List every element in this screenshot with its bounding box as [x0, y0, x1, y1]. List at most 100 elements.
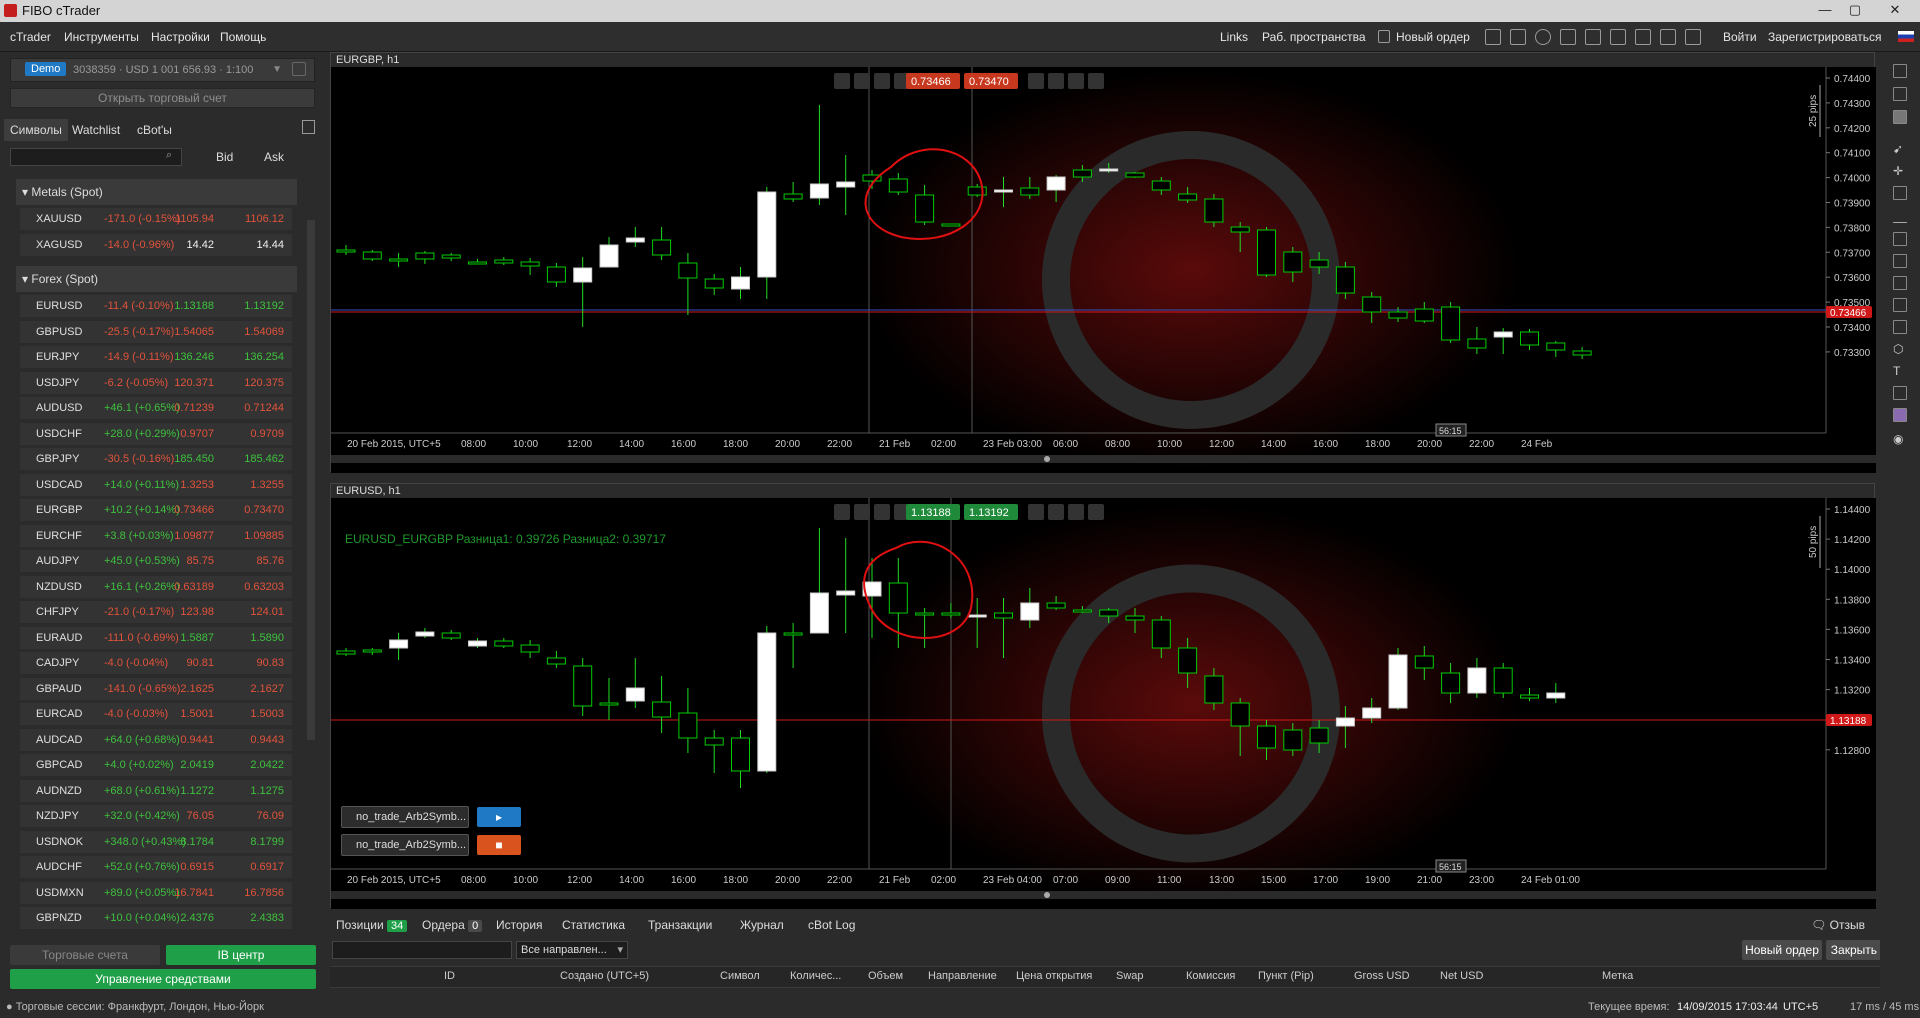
bot-icon[interactable] [1535, 29, 1551, 45]
bottom-tab-6[interactable]: cBot Log [808, 914, 855, 936]
column-header[interactable]: Символ [720, 970, 760, 982]
new-order-top-button[interactable]: Новый ордер [1396, 30, 1470, 44]
positions-search-input[interactable] [332, 941, 512, 959]
menu-settings[interactable]: Настройки [151, 30, 210, 44]
text-icon[interactable]: T [1893, 364, 1907, 378]
symbol-row-nzdusd[interactable]: NZDUSD +16.1 (+0.26%) 0.63189 0.63203 [20, 575, 292, 598]
symbol-row-xagusd[interactable]: XAGUSD -14.0 (-0.96%) 14.42 14.44 [20, 233, 292, 256]
symbol-row-chfjpy[interactable]: CHFJPY -21.0 (-0.17%) 123.98 124.01 [20, 601, 292, 623]
minimize-button[interactable]: — [1810, 0, 1840, 20]
column-header[interactable]: Net USD [1440, 970, 1483, 982]
shapes-icon[interactable]: ⬡ [1893, 342, 1907, 356]
symbol-row-usdchf[interactable]: USDCHF +28.0 (+0.29%) 0.9707 0.9709 [20, 422, 292, 445]
symbol-row-cadjpy[interactable]: CADJPY -4.0 (-0.04%) 90.81 90.83 [20, 652, 292, 674]
bottom-tab-3[interactable]: Статистика [562, 914, 625, 936]
column-header[interactable]: Направление [928, 970, 997, 982]
open-account-button[interactable]: Открыть торговый счет [10, 88, 315, 108]
symbol-row-usdnok[interactable]: USDNOK +348.0 (+0.43%) 8.1784 8.1799 [20, 830, 292, 853]
mail-icon[interactable] [1635, 29, 1651, 45]
single-chart-icon[interactable] [1893, 87, 1907, 101]
trading-accounts-button[interactable]: Торговые счета [10, 945, 160, 965]
direction-select[interactable]: Все направлен... ▾ [516, 941, 628, 959]
symbol-row-eurchf[interactable]: EURCHF +3.8 (+0.03%) 1.09877 1.09885 [20, 524, 292, 547]
chart-window-eurusd[interactable]: EURUSD, h1 1.14400 1.14200 1.14000 1.13800 1… [330, 483, 1876, 909]
symbol-row-eurjpy[interactable]: EURJPY -14.9 (-0.11%) 136.246 136.254 [20, 346, 292, 368]
cbot-instance-1[interactable]: no_trade_Arb2Symb... [341, 806, 469, 828]
symbol-row-audcad[interactable]: AUDCAD +64.0 (+0.68%) 0.9441 0.9443 [20, 728, 292, 751]
symbol-row-audjpy[interactable]: AUDJPY +45.0 (+0.53%) 85.75 85.76 [20, 550, 292, 572]
cursor-icon[interactable]: ➹ [1893, 142, 1907, 156]
column-header[interactable]: Метка [1602, 970, 1633, 982]
symbol-scrollbar[interactable] [307, 220, 315, 740]
cbot-instance-2[interactable]: no_trade_Arb2Symb... [341, 834, 469, 856]
crosshair-icon[interactable]: ✛ [1893, 164, 1907, 178]
symbol-row-eurcad[interactable]: EURCAD -4.0 (-0.03%) 1.5001 1.5003 [20, 703, 292, 725]
column-header[interactable]: Объем [868, 970, 903, 982]
chart-eurgbp-canvas[interactable]: 0.74400 0.74300 0.74200 0.74100 0.74000 0.739… [331, 67, 1876, 473]
menu-help[interactable]: Помощь [220, 30, 266, 44]
menu-tools[interactable]: Инструменты [64, 30, 139, 44]
column-header[interactable]: Цена открытия [1016, 970, 1092, 982]
clear-icon[interactable] [1893, 386, 1907, 400]
symbol-row-euraud[interactable]: EURAUD -111.0 (-0.69%) 1.5887 1.5890 [20, 626, 292, 649]
chart-eurusd-canvas[interactable]: 1.14400 1.14200 1.14000 1.13800 1.13600 1.134… [331, 498, 1876, 909]
split-chart-icon[interactable] [1893, 110, 1907, 124]
login-button[interactable]: Войти [1723, 30, 1757, 44]
symbol-search-input[interactable] [10, 148, 182, 166]
list-options-icon[interactable] [302, 120, 315, 134]
group-forex[interactable]: ▾ Forex (Spot) [16, 266, 297, 292]
horizontal-line-icon[interactable] [1893, 222, 1907, 223]
grid-icon[interactable] [1560, 29, 1576, 45]
symbol-row-usdmxn[interactable]: USDMXN +89.0 (+0.05%) 16.7841 16.7856 [20, 881, 292, 904]
trend-line-icon[interactable] [1893, 232, 1907, 246]
symbol-row-eurusd[interactable]: EURUSD -11.4 (-0.10%) 1.13188 1.13192 [20, 295, 292, 317]
chart-window-eurgbp[interactable]: EURGBP, h1 0.74400 0.74300 0.74200 0.74100 0… [330, 52, 1876, 473]
upload-icon[interactable] [292, 62, 306, 76]
maximize-button[interactable]: ▢ [1840, 0, 1870, 20]
symbol-row-usdjpy[interactable]: USDJPY -6.2 (-0.05%) 120.371 120.375 [20, 371, 292, 394]
column-header[interactable]: Gross USD [1354, 970, 1410, 982]
bottom-tab-0[interactable]: Позиции 34 [336, 914, 408, 936]
ray-icon[interactable] [1893, 254, 1907, 268]
timezone-select[interactable]: UTC+5 [1783, 997, 1818, 1018]
links-button[interactable]: Links [1220, 30, 1248, 44]
column-header[interactable]: Комиссия [1186, 970, 1235, 982]
column-header[interactable]: Пункт (Pip) [1258, 970, 1314, 982]
close-window-button[interactable]: ✕ [1874, 0, 1916, 20]
tab-symbols[interactable]: Символы [4, 119, 68, 141]
symbol-row-audusd[interactable]: AUDUSD +46.1 (+0.65%) 0.71239 0.71244 [20, 397, 292, 419]
layout-icon[interactable] [1485, 29, 1501, 45]
calendar-icon[interactable] [1585, 29, 1601, 45]
column-header[interactable]: Количес... [790, 970, 841, 982]
symbol-row-audnzd[interactable]: AUDNZD +68.0 (+0.61%) 1.1272 1.1275 [20, 779, 292, 802]
channel-icon[interactable] [1893, 298, 1907, 312]
stop-button[interactable]: ■ [477, 835, 521, 855]
symbol-row-gbpaud[interactable]: GBPAUD -141.0 (-0.65%) 2.1625 2.1627 [20, 677, 292, 700]
new-order-button[interactable]: Новый ордер [1742, 940, 1822, 960]
workspaces-button[interactable]: Раб. пространства [1262, 30, 1366, 44]
feedback-button[interactable]: 🗨 Отзыв [1811, 918, 1865, 932]
camera-icon[interactable]: ◉ [1893, 432, 1907, 446]
layout-grid-icon[interactable] [1893, 64, 1907, 78]
fibonacci-icon[interactable] [1893, 276, 1907, 290]
language-flag-icon[interactable] [1898, 31, 1914, 42]
ib-center-button[interactable]: IB центр [166, 945, 316, 965]
symbol-row-usdcad[interactable]: USDCAD +14.0 (+0.11%) 1.3253 1.3255 [20, 473, 292, 496]
bottom-tab-1[interactable]: Ордера 0 [422, 914, 483, 936]
color-swatch-icon[interactable] [1893, 408, 1907, 422]
account-selector[interactable]: Demo 3038359 · USD 1 001 656.93 · 1:100 … [10, 58, 315, 82]
symbol-row-eurgbp[interactable]: EURGBP +10.2 (+0.14%) 0.73466 0.73470 [20, 499, 292, 521]
tab-watchlist[interactable]: Watchlist [66, 119, 126, 141]
symbol-row-gbpjpy[interactable]: GBPJPY -30.5 (-0.16%) 185.450 185.462 [20, 448, 292, 470]
column-header[interactable]: ID [444, 970, 455, 982]
symbol-row-nzdjpy[interactable]: NZDJPY +32.0 (+0.42%) 76.05 76.09 [20, 805, 292, 827]
symbol-row-audchf[interactable]: AUDCHF +52.0 (+0.76%) 0.6915 0.6917 [20, 856, 292, 878]
zoom-icon[interactable] [1893, 186, 1907, 200]
rectangle-icon[interactable] [1893, 320, 1907, 334]
column-header[interactable]: Создано (UTC+5) [560, 970, 649, 982]
symbol-row-gbpusd[interactable]: GBPUSD -25.5 (-0.17%) 1.54065 1.54069 [20, 320, 292, 343]
symbol-row-gbpnzd[interactable]: GBPNZD +10.0 (+0.04%) 2.4376 2.4383 [20, 907, 292, 929]
fullscreen-icon[interactable] [1685, 29, 1701, 45]
funds-management-button[interactable]: Управление средствами [10, 969, 316, 989]
bell-icon[interactable] [1610, 29, 1626, 45]
